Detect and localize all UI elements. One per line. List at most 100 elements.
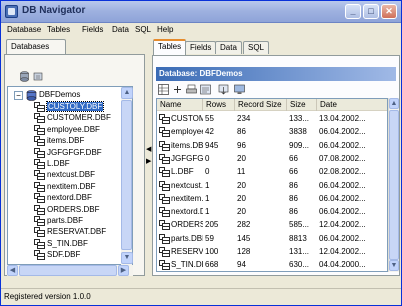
column-header-date[interactable]: Date [317, 99, 387, 111]
table-row[interactable]: employee....42 86 3838 06.04.2002... [157, 126, 387, 138]
table-row[interactable]: parts.DBF59 145 8813 06.04.2002... [157, 233, 387, 245]
table-row[interactable]: nextcust....1 20 86 06.04.2002... [157, 180, 387, 192]
scroll-up-icon[interactable]: ▲ [121, 87, 133, 99]
menu-help[interactable]: Help [157, 25, 173, 34]
cell-name: CUSTOM... [157, 113, 203, 125]
table-icon [34, 170, 45, 181]
cell-size: 909... [289, 140, 310, 150]
table-icon [34, 250, 45, 261]
splitter-left-arrow-icon[interactable]: ◀ [146, 145, 151, 153]
column-header-rows[interactable]: Rows [203, 99, 235, 111]
tab-sql[interactable]: SQL [243, 41, 270, 54]
cell-name: parts.DBF [157, 233, 203, 245]
scroll-left-icon[interactable]: ◀ [7, 265, 18, 276]
cell-rows: 0 [205, 167, 210, 177]
table-row[interactable]: JGFGFGF...0 20 66 07.08.2002... [157, 153, 387, 165]
splitter-right-arrow-icon[interactable]: ▶ [146, 157, 151, 165]
cell-date: 06.04.2002... [319, 180, 366, 190]
tree-horizontal-scrollbar[interactable]: ◀ ▶ [7, 265, 133, 276]
table-icon [159, 220, 170, 231]
table-icon [34, 216, 45, 226]
cell-rows: 100 [205, 247, 219, 256]
menu-bar: Database Tables Fields Data SQL Help [1, 23, 401, 38]
monitor-icon[interactable] [234, 84, 245, 95]
export-icon[interactable] [218, 84, 229, 95]
table-row[interactable]: RESERV....100 128 131... 12.04.2002... [157, 246, 387, 258]
table-icon [159, 193, 170, 204]
table-row[interactable]: L.DBF 0 11 66 02.08.2002... [157, 166, 387, 178]
tree-item-label: SDF.DBF [47, 250, 81, 260]
tables-grid[interactable]: Name Rows Record Size Size Date CUSTOM..… [156, 98, 388, 272]
grid-scroll-thumb[interactable] [389, 110, 399, 260]
grid-scroll-up-icon[interactable]: ▲ [389, 98, 399, 109]
table-row[interactable]: items.DBF945 96 909... 06.04.2002... [157, 140, 387, 152]
table-row[interactable]: CUSTOM...55 234 133... 13.04.2002... [157, 113, 387, 125]
tree-item-label: items.DBF [47, 136, 85, 146]
table-icon [34, 204, 45, 215]
tree-scroll-thumb[interactable] [121, 100, 132, 250]
table-row[interactable]: nextitem.D...1 20 86 06.04.2002... [157, 193, 387, 205]
table-icon [159, 233, 170, 244]
connect-database-icon[interactable] [19, 71, 30, 82]
cell-name: nextitem.D... [157, 193, 203, 205]
column-header-record-size[interactable]: Record Size [235, 99, 287, 111]
menu-fields[interactable]: Fields [82, 25, 103, 34]
scroll-down-icon[interactable]: ▼ [121, 252, 133, 264]
table-row[interactable]: S_TIN.DBF668 94 630... 04.04.2000... [157, 259, 387, 271]
cell-name-text: items.DBF [171, 140, 203, 150]
tab-data[interactable]: Data [215, 41, 242, 54]
print-icon[interactable] [186, 84, 197, 95]
close-button[interactable]: ✕ [381, 4, 397, 19]
table-icon [159, 127, 170, 138]
cell-size: 86 [289, 207, 298, 217]
cell-rows: 55 [205, 114, 214, 123]
grid-header: Name Rows Record Size Size Date [157, 99, 387, 111]
table-icon [34, 193, 45, 204]
menu-data[interactable]: Data [112, 25, 129, 34]
column-header-size[interactable]: Size [287, 99, 317, 111]
menu-database[interactable]: Database [7, 25, 41, 34]
tree-hscroll-thumb[interactable] [19, 265, 117, 276]
table-row[interactable]: nextord.DBF1 20 86 06.04.2002... [157, 206, 387, 218]
title-bar[interactable]: DB Navigator _ □ ✕ [1, 1, 401, 23]
tab-databases[interactable]: Databases [6, 39, 66, 54]
table-row[interactable]: ORDERS....205 282 585... 12.04.2002... [157, 219, 387, 231]
add-table-icon[interactable] [172, 84, 183, 95]
cell-record-size: 20 [237, 153, 246, 163]
table-icon [159, 207, 170, 218]
cell-date: 02.08.2002... [319, 167, 366, 177]
cell-name: RESERV.... [157, 246, 203, 258]
properties-icon[interactable] [200, 84, 211, 95]
tab-fields[interactable]: Fields [185, 41, 217, 54]
scroll-right-icon[interactable]: ▶ [118, 265, 129, 276]
panel-splitter[interactable]: ◀ ▶ [146, 131, 151, 179]
column-header-name[interactable]: Name [157, 99, 203, 111]
cell-name-text: L.DBF [171, 167, 194, 177]
cell-size: 66 [289, 167, 298, 177]
tree-item-label: parts.DBF [47, 216, 84, 225]
cell-name-text: ORDERS.... [171, 220, 203, 230]
table-grid-icon[interactable] [158, 84, 169, 95]
cell-record-size: 86 [237, 127, 246, 137]
tree-vertical-scrollbar[interactable]: ▲ ▼ [121, 87, 133, 265]
menu-sql[interactable]: SQL [135, 25, 151, 34]
table-icon [159, 140, 170, 151]
cell-record-size: 20 [237, 207, 246, 217]
grid-scroll-down-icon[interactable]: ▼ [389, 260, 399, 271]
database-tree[interactable]: − DBFDemos CUSTOLY.DBF CUSTOMER.DBF employ… [7, 86, 133, 265]
cell-record-size: 96 [237, 140, 246, 150]
minimize-button[interactable]: _ [345, 4, 361, 19]
cell-size: 86 [289, 193, 298, 203]
tree-root-label: DBFDemos [39, 90, 81, 99]
table-icon [34, 113, 45, 124]
table-icon [34, 147, 45, 158]
tab-tables[interactable]: Tables [153, 39, 187, 55]
grid-vertical-scrollbar[interactable]: ▲ ▼ [388, 98, 399, 272]
collapse-icon[interactable]: − [14, 91, 23, 100]
refresh-database-icon[interactable] [33, 71, 44, 82]
tree-item-label: nextord.DBF [47, 193, 92, 203]
menu-tables[interactable]: Tables [47, 25, 70, 34]
cell-record-size: 234 [237, 114, 251, 123]
maximize-button[interactable]: □ [363, 4, 379, 19]
cell-date: 07.08.2002... [319, 153, 366, 163]
